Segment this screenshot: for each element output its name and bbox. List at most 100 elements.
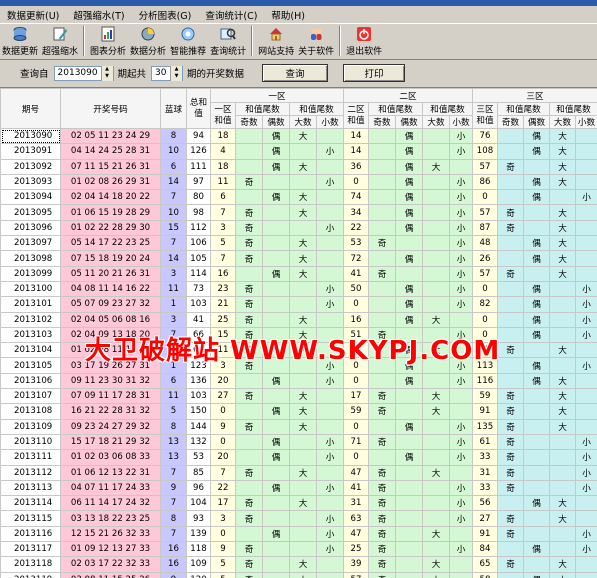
zone2-odd-cell: 奇 xyxy=(368,479,396,497)
zone3-big-cell xyxy=(549,326,576,344)
numbers-cell: 02 05 11 23 24 29 xyxy=(60,127,161,145)
table-row[interactable]: 2013103 02 04 09 13 18 20 7 66 15 奇大 51 奇小 0 偶小 xyxy=(0,326,597,344)
toolbar-button-0[interactable]: 数据更新 xyxy=(0,26,40,59)
zone3-sum-cell: 82 xyxy=(472,296,498,313)
zone1-tail-bs-header: 和值尾数 xyxy=(289,102,344,116)
table-row[interactable]: 2013110 15 17 18 21 29 32 13 132 0 偶小 71 奇小 61 奇小 xyxy=(0,433,597,451)
spinner-arrows-icon[interactable]: ▲ ▼ xyxy=(100,65,113,81)
zone2-sum-cell: 50 xyxy=(343,280,369,298)
numbers-cell: 03 13 18 22 23 25 xyxy=(60,510,161,527)
zone1-sum-cell: 20 xyxy=(210,372,236,390)
table-row[interactable]: 2013094 02 04 14 18 20 22 7 80 6 偶大 74 偶小 0 偶小 xyxy=(0,189,597,206)
blue-cell: 16 xyxy=(160,541,187,558)
zone2-odd-cell xyxy=(368,204,396,221)
period-count-spinner[interactable]: 30 ▲ ▼ xyxy=(151,65,184,81)
print-button[interactable]: 打印 xyxy=(343,64,406,82)
zone1-sum-cell: 3 xyxy=(210,510,236,527)
numbers-cell: 15 17 18 21 29 32 xyxy=(60,433,161,451)
zone2-sum-cell: 0 xyxy=(343,296,369,313)
table-row[interactable]: 2013117 01 09 12 13 27 33 16 118 9 奇小 25 奇小 84 偶小 xyxy=(0,541,597,558)
toolbar-button-1[interactable]: 超强缩水 xyxy=(40,26,80,59)
zone1-sum-cell: 11 xyxy=(210,173,236,191)
zone1-odd-cell: 奇 xyxy=(235,571,263,578)
results-grid[interactable]: 期号 开奖号码 蓝球 总和值 一区 二区 三区 一区和值 和值尾数 和值尾数 二… xyxy=(0,87,597,578)
toolbar-button-3[interactable]: 数据分析 xyxy=(128,26,168,59)
table-row[interactable]: 2013105 03 17 19 26 27 31 1 123 3 奇小 0 偶小 113 偶小 xyxy=(0,357,597,374)
table-row[interactable]: 2013096 01 02 22 28 29 30 15 112 3 奇小 22 偶小 87 奇大 xyxy=(0,219,597,237)
blue-cell: 8 xyxy=(160,127,187,145)
table-row[interactable]: 2013093 01 02 08 26 29 31 14 97 11 奇小 0 偶小 86 偶大 xyxy=(0,173,597,191)
zone3-big-cell: 大 xyxy=(549,403,576,420)
period-cell: 2013110 xyxy=(0,433,61,451)
menu-item-0[interactable]: 数据更新(U) xyxy=(0,8,66,22)
zone2-big-cell: 大 xyxy=(422,311,450,328)
table-row[interactable]: 2013101 05 07 09 23 27 32 1 103 21 奇小 0 偶小 82 偶小 xyxy=(0,296,597,313)
zone2-even-cell: 偶 xyxy=(395,342,423,359)
start-period-value[interactable]: 2013090 xyxy=(58,68,98,78)
zone2-even-cell xyxy=(395,235,423,252)
table-row[interactable]: 2013113 04 07 11 17 24 33 9 96 22 偶小 41 奇小 33 奇小 xyxy=(0,479,597,497)
toolbar-button-2[interactable]: 图表分析 xyxy=(88,26,128,59)
zone2-odd-cell: 奇 xyxy=(368,235,396,252)
period-cell: 2013109 xyxy=(0,418,61,435)
query-button[interactable]: 查询 xyxy=(262,64,329,82)
toolbar-button-7[interactable]: 关于软件 xyxy=(296,26,336,59)
table-row[interactable]: 2013104 01 02 08 11 17 25 16 64 11 奇大 17 偶大 25 奇大 xyxy=(0,342,597,359)
table-row[interactable]: 2013091 04 14 24 25 28 31 10 126 4 偶小 14 偶小 108 偶… xyxy=(0,143,597,160)
power-exit-icon xyxy=(355,26,373,42)
zone2-odd-cell xyxy=(368,173,396,191)
table-row[interactable]: 201311903 08 11 15 25 2691205奇大57奇大58偶大 xyxy=(0,571,597,578)
table-row[interactable]: 2013097 05 14 17 22 23 25 7 106 5 奇大 53 奇小 48 偶大 xyxy=(0,235,597,252)
table-row[interactable]: 2013099 05 11 20 21 26 31 3 114 16 偶大 41 奇小 57 奇大 xyxy=(0,265,597,282)
table-row[interactable]: 2013108 16 21 22 28 31 32 5 150 0 偶大 59 奇大 91 奇大 xyxy=(0,403,597,420)
table-row[interactable]: 2013111 01 02 03 06 08 33 13 53 20 偶小 0 偶小 33 奇小 xyxy=(0,449,597,466)
zone1-even-cell: 偶 xyxy=(262,525,290,543)
table-row[interactable]: 2013118 02 03 17 22 32 33 16 109 5 奇大 39 奇大 65 奇大 xyxy=(0,556,597,573)
toolbar-button-4[interactable]: 智能推荐 xyxy=(168,26,208,59)
data-analysis-icon xyxy=(139,26,157,42)
menu-item-3[interactable]: 查询统计(C) xyxy=(198,8,264,22)
table-row[interactable]: 2013106 09 11 23 30 31 32 6 136 20 偶小 0 偶小 116 偶大 xyxy=(0,372,597,390)
spinner-arrows-icon[interactable]: ▲ ▼ xyxy=(170,65,183,81)
zone3-big-cell: 大 xyxy=(549,235,576,252)
table-row[interactable]: 2013112 01 06 12 13 22 31 7 85 7 奇大 47 奇大 31 奇小 xyxy=(0,464,597,481)
table-row[interactable]: 2013109 09 23 24 27 29 32 8 144 9 奇大 0 偶小 135 奇大 xyxy=(0,418,597,435)
zone1-big-cell: 大 xyxy=(289,556,317,573)
zone3-even-cell xyxy=(523,342,550,359)
table-row[interactable]: 2013116 12 15 21 26 32 33 7 139 0 偶小 47 奇大 91 奇小 xyxy=(0,525,597,543)
table-row[interactable]: 2013090 02 05 11 23 24 29 8 94 18 偶大 14 偶小 76 偶大 xyxy=(0,127,597,145)
menu-item-1[interactable]: 超强缩水(T) xyxy=(66,8,131,22)
menu-item-4[interactable]: 帮助(H) xyxy=(264,8,312,22)
toolbar-button-8[interactable]: 退出软件 xyxy=(344,26,384,59)
table-row[interactable]: 2013095 01 06 15 19 28 29 10 98 7 奇大 34 偶小 57 奇大 xyxy=(0,204,597,221)
table-row[interactable]: 2013107 07 09 11 17 28 31 11 103 27 奇大 17 奇大 59 奇… xyxy=(0,388,597,405)
zone3-odd-cell: 奇 xyxy=(497,479,524,497)
table-row[interactable]: 2013092 07 11 15 21 26 31 6 111 18 偶大 36 偶大 57 奇大 xyxy=(0,158,597,175)
zone2-odd-cell xyxy=(368,250,396,267)
blue-cell: 1 xyxy=(160,357,187,374)
zone3-odd-cell: 奇 xyxy=(497,403,524,420)
zone3-sum-cell: 87 xyxy=(472,219,498,237)
zone2-small-cell: 小 xyxy=(449,357,473,374)
zone3-sum-cell: 27 xyxy=(472,510,498,527)
zone3-even-cell xyxy=(523,449,550,466)
start-period-spinner[interactable]: 2013090 ▲ ▼ xyxy=(53,65,114,81)
table-row[interactable]: 2013100 04 08 11 14 16 22 11 73 23 奇小 50 偶小 0 偶小 xyxy=(0,280,597,298)
table-row[interactable]: 2013114 06 11 14 17 24 32 7 104 17 奇大 31 奇小 56 偶大 xyxy=(0,495,597,512)
zone1-sum-cell: 7 xyxy=(210,464,236,481)
table-row[interactable]: 2013098 07 15 18 19 20 24 14 105 7 奇大 72 偶小 26 偶大 xyxy=(0,250,597,267)
period-count-value[interactable]: 30 xyxy=(155,68,167,78)
menu-bar: 数据更新(U) 超强缩水(T) 分析图表(G) 查询统计(C) 帮助(H) xyxy=(0,6,597,24)
table-row[interactable]: 2013102 02 04 05 06 08 16 3 41 25 奇大 16 偶大 0 偶小 xyxy=(0,311,597,328)
menu-item-2[interactable]: 分析图表(G) xyxy=(132,8,199,22)
zone3-small-cell: 小 xyxy=(575,525,597,543)
zone2-even-cell: 偶 xyxy=(395,143,423,160)
zone2-odd-cell xyxy=(368,342,396,359)
toolbar-button-5[interactable]: 查询统计 xyxy=(208,26,248,59)
zone3-small-cell: 小 xyxy=(575,326,597,344)
zone2-sum-cell: 16 xyxy=(343,311,369,328)
table-row[interactable]: 2013115 03 13 18 22 23 25 8 93 3 奇小 63 奇小 27 奇大 xyxy=(0,510,597,527)
zone3-odd-cell: 奇 xyxy=(497,510,524,527)
toolbar-button-6[interactable]: 网站支持 xyxy=(256,26,296,59)
numbers-cell: 09 11 23 30 31 32 xyxy=(60,372,161,390)
